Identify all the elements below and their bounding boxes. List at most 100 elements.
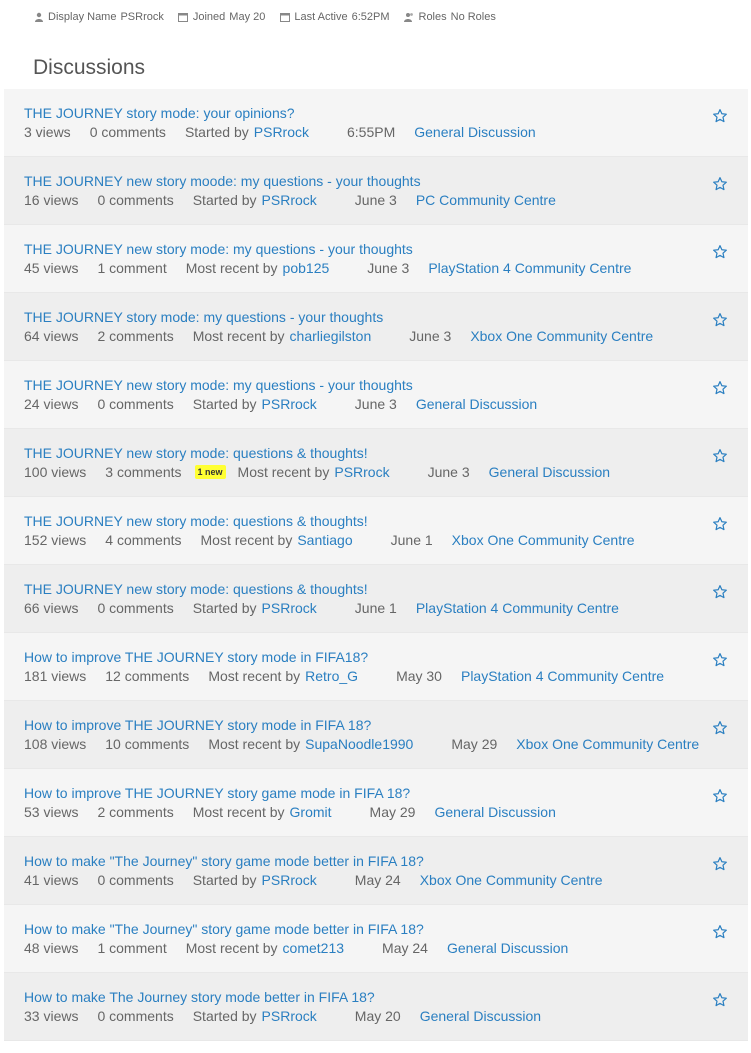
discussion-row: THE JOURNEY new story mode: questions & … (4, 429, 748, 497)
author-link[interactable]: PSRrock (262, 396, 317, 412)
author-link[interactable]: PSRrock (254, 124, 309, 140)
discussion-title-link[interactable]: THE JOURNEY new story mode: questions & … (24, 445, 368, 461)
author-label: Most recent by (192, 804, 285, 820)
discussion-title-link[interactable]: THE JOURNEY new story moode: my question… (24, 173, 421, 189)
author-label: Started by (192, 872, 257, 888)
author-info: Most recent by charliegilston (193, 328, 391, 344)
meta-key: Display Name (48, 11, 117, 23)
bookmark-star-icon[interactable] (712, 448, 728, 464)
author-label: Started by (192, 396, 257, 412)
discussion-date: May 24 (382, 940, 428, 956)
author-link[interactable]: PSRrock (262, 600, 317, 616)
category-link[interactable]: General Discussion (416, 396, 537, 412)
view-count: 24 views (24, 396, 79, 412)
discussion-title-link[interactable]: How to improve THE JOURNEY story mode in… (24, 649, 368, 665)
category-link[interactable]: PC Community Centre (416, 192, 556, 208)
author-label: Started by (192, 600, 257, 616)
meta-key: Last Active (294, 11, 348, 23)
view-count: 64 views (24, 328, 79, 344)
author-link[interactable]: SupaNoodle1990 (305, 736, 413, 752)
bookmark-star-icon[interactable] (712, 176, 728, 192)
discussion-date: June 1 (354, 600, 397, 616)
calendar-icon (178, 12, 189, 23)
discussion-meta: 53 views 2 comments Most recent by Gromit Ma… (24, 804, 575, 820)
author-link[interactable]: PSRrock (262, 1008, 317, 1024)
view-count: 16 views (24, 192, 79, 208)
new-badge: 1 new (194, 465, 226, 479)
view-count: 48 views (24, 940, 79, 956)
comment-count: 0 comments (97, 192, 174, 208)
author-link[interactable]: PSRrock (262, 872, 317, 888)
category-link[interactable]: General Discussion (434, 804, 555, 820)
category-link[interactable]: General Discussion (489, 464, 610, 480)
discussion-meta: 16 views 0 comments Started by PSRrock June … (24, 192, 575, 208)
discussion-title-link[interactable]: How to improve THE JOURNEY story game mo… (24, 785, 410, 801)
comment-count: 12 comments (105, 668, 190, 684)
bookmark-star-icon[interactable] (712, 584, 728, 600)
discussion-title-link[interactable]: How to make The Journey story mode bette… (24, 989, 375, 1005)
author-label: Started by (184, 124, 249, 140)
discussion-title-link[interactable]: How to make "The Journey" story game mod… (24, 921, 424, 937)
bookmark-star-icon[interactable] (712, 380, 728, 396)
author-link[interactable]: comet213 (283, 940, 344, 956)
author-info: Started by PSRrock (193, 1008, 336, 1024)
author-link[interactable]: Retro_G (305, 668, 358, 684)
bookmark-star-icon[interactable] (712, 244, 728, 260)
author-info: Started by PSRrock (193, 192, 336, 208)
discussion-title-link[interactable]: THE JOURNEY new story mode: questions & … (24, 581, 368, 597)
category-link[interactable]: General Discussion (447, 940, 568, 956)
view-count: 108 views (24, 736, 87, 752)
view-count: 45 views (24, 260, 79, 276)
discussion-title-link[interactable]: THE JOURNEY story mode: my questions - y… (24, 309, 383, 325)
discussion-row: THE JOURNEY story mode: your opinions? 3 … (4, 89, 748, 157)
category-link[interactable]: General Discussion (414, 124, 535, 140)
discussion-meta: 3 views 0 comments Started by PSRrock 6:55PM… (24, 124, 555, 140)
author-label: Most recent by (208, 736, 301, 752)
bookmark-star-icon[interactable] (712, 924, 728, 940)
author-info: Most recent by Retro_G (208, 668, 377, 684)
category-link[interactable]: PlayStation 4 Community Centre (416, 600, 619, 616)
bookmark-star-icon[interactable] (712, 312, 728, 328)
author-info: Started by PSRrock (193, 872, 336, 888)
discussion-title-link[interactable]: THE JOURNEY new story mode: my questions… (24, 377, 413, 393)
discussion-meta: 24 views 0 comments Started by PSRrock June … (24, 396, 556, 412)
comment-count: 10 comments (105, 736, 190, 752)
author-label: Most recent by (185, 940, 278, 956)
author-link[interactable]: PSRrock (262, 192, 317, 208)
category-link[interactable]: PlayStation 4 Community Centre (428, 260, 631, 276)
bookmark-star-icon[interactable] (712, 788, 728, 804)
discussion-title-link[interactable]: THE JOURNEY story mode: your opinions? (24, 105, 295, 121)
bookmark-star-icon[interactable] (712, 516, 728, 532)
author-link[interactable]: Santiago (297, 532, 352, 548)
category-link[interactable]: Xbox One Community Centre (516, 736, 699, 752)
author-link[interactable]: pob125 (283, 260, 330, 276)
discussion-meta: 48 views 1 comment Most recent by comet213 M… (24, 940, 587, 956)
bookmark-star-icon[interactable] (712, 720, 728, 736)
meta-key: Roles (418, 11, 447, 23)
category-link[interactable]: Xbox One Community Centre (470, 328, 653, 344)
author-link[interactable]: Gromit (290, 804, 332, 820)
author-info: Most recent by Gromit (193, 804, 351, 820)
discussion-title-link[interactable]: How to improve THE JOURNEY story mode in… (24, 717, 371, 733)
bookmark-star-icon[interactable] (712, 856, 728, 872)
discussion-title-link[interactable]: How to make "The Journey" story game mod… (24, 853, 424, 869)
bookmark-star-icon[interactable] (712, 992, 728, 1008)
bookmark-star-icon[interactable] (712, 652, 728, 668)
author-label: Started by (192, 192, 257, 208)
category-link[interactable]: Xbox One Community Centre (452, 532, 635, 548)
author-link[interactable]: PSRrock (334, 464, 389, 480)
discussion-date: May 29 (369, 804, 416, 820)
author-label: Most recent by (192, 328, 285, 344)
discussion-date: June 3 (409, 328, 452, 344)
category-link[interactable]: Xbox One Community Centre (420, 872, 603, 888)
category-link[interactable]: PlayStation 4 Community Centre (461, 668, 664, 684)
discussion-title-link[interactable]: THE JOURNEY new story mode: questions & … (24, 513, 368, 529)
discussion-meta: 100 views 3 comments 1 new Most recent by PS… (24, 464, 629, 480)
meta-key: Joined (192, 11, 226, 23)
discussion-title-link[interactable]: THE JOURNEY new story mode: my questions… (24, 241, 413, 257)
comment-count: 1 comment (97, 260, 167, 276)
bookmark-star-icon[interactable] (712, 108, 728, 124)
category-link[interactable]: General Discussion (420, 1008, 541, 1024)
meta-item: Roles No Roles (404, 11, 496, 23)
author-link[interactable]: charliegilston (290, 328, 372, 344)
